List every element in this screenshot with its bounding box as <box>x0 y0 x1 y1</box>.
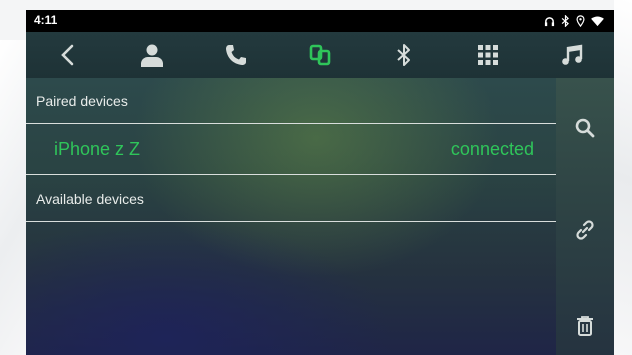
chevron-left-icon <box>60 44 76 66</box>
device-connection-status: connected <box>450 139 534 159</box>
link-button[interactable] <box>556 210 614 250</box>
nav-back[interactable] <box>26 32 110 78</box>
headphones-icon <box>544 16 555 27</box>
paired-devices-header: Paired devices <box>26 78 556 124</box>
nav-devices[interactable] <box>278 32 362 78</box>
available-devices-header: Available devices <box>26 176 556 222</box>
devices-icon <box>308 43 332 67</box>
side-action-bar <box>556 78 614 355</box>
background-left-panel <box>0 40 26 355</box>
status-icons <box>544 13 604 29</box>
trash-icon <box>576 315 594 337</box>
devices-list-panel: Paired devices iPhone z Z connected Avai… <box>26 78 556 355</box>
nav-dialpad[interactable] <box>446 32 530 78</box>
top-navigation <box>26 32 614 78</box>
nav-phone[interactable] <box>194 32 278 78</box>
person-icon <box>139 43 165 67</box>
search-icon <box>575 118 595 138</box>
bluetooth-icon <box>396 43 412 67</box>
nav-music[interactable] <box>530 32 614 78</box>
delete-button[interactable] <box>556 306 614 346</box>
paired-device-row[interactable]: iPhone z Z connected <box>26 125 556 175</box>
nav-contacts[interactable] <box>110 32 194 78</box>
device-name: iPhone z Z <box>54 139 141 159</box>
head-unit-screen: 4:11 Paired devices iPhone z Z connected… <box>26 10 614 355</box>
bluetooth-icon <box>561 15 570 27</box>
phone-icon <box>224 43 248 67</box>
status-time: 4:11 <box>34 13 58 27</box>
background-right-panel <box>614 0 632 355</box>
music-note-icon <box>561 44 583 66</box>
nav-bluetooth[interactable] <box>362 32 446 78</box>
link-icon <box>574 219 596 241</box>
location-icon <box>576 15 585 27</box>
dialpad-icon <box>476 44 500 66</box>
search-button[interactable] <box>556 108 614 148</box>
wifi-icon <box>591 15 604 27</box>
status-bar: 4:11 <box>26 10 614 32</box>
